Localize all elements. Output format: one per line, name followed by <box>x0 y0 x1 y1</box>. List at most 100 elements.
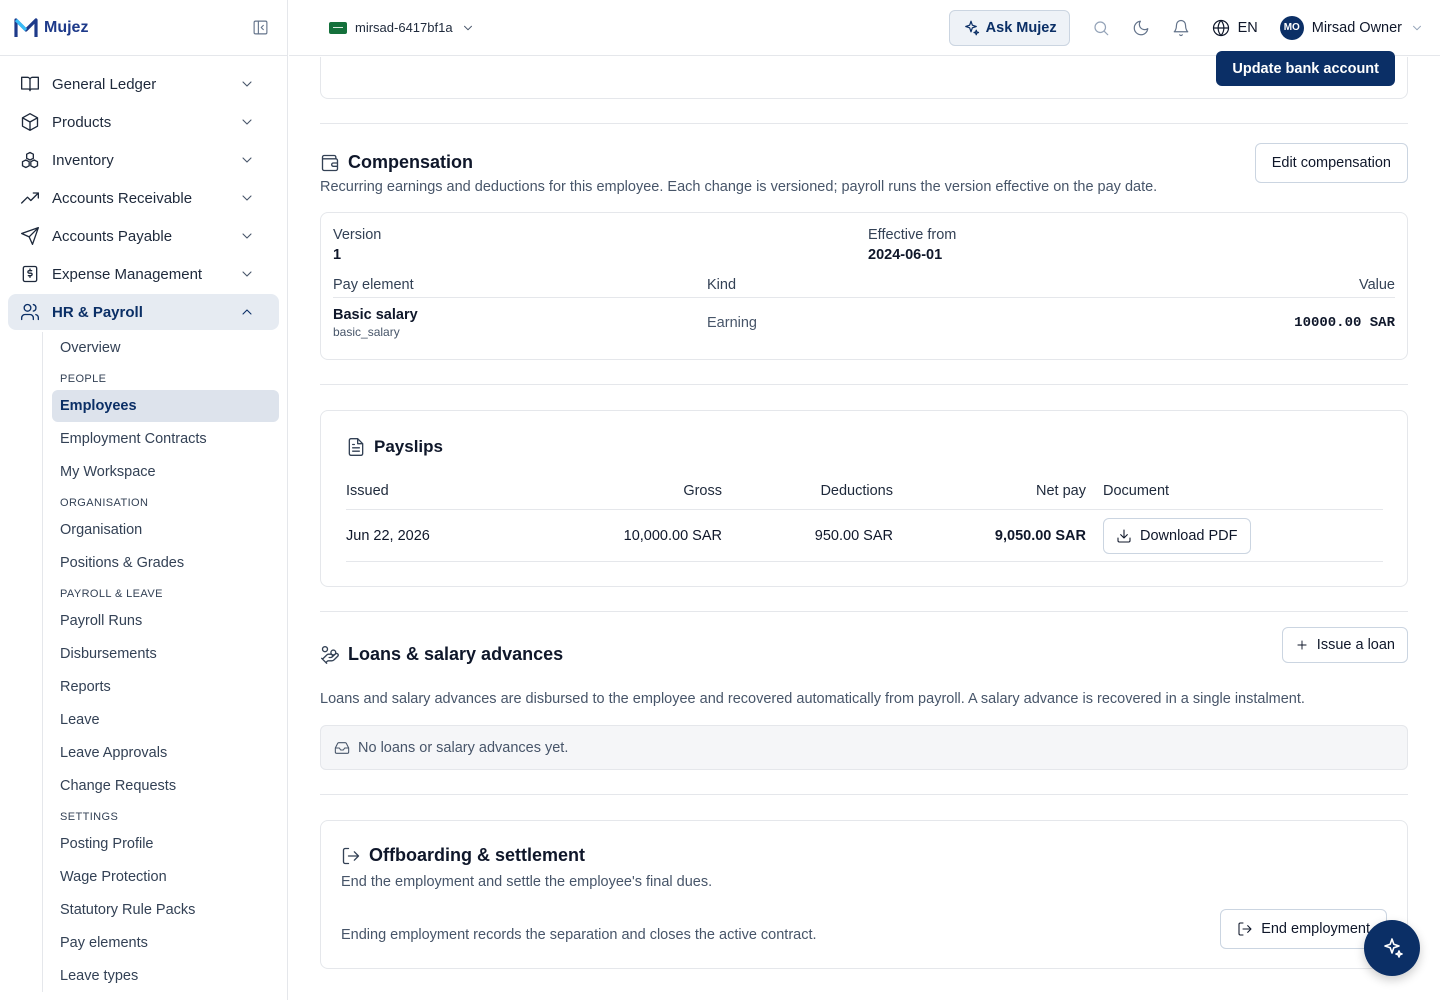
receipt-icon <box>22 265 38 283</box>
edit-compensation-button[interactable]: Edit compensation <box>1254 143 1408 183</box>
wallet-icon <box>321 154 339 171</box>
sidebar-item-label: Expense Management <box>52 265 203 283</box>
chevron-up-icon <box>242 309 252 315</box>
offboarding-section: Offboarding & settlement End the employm… <box>320 820 1408 969</box>
payslip-gross: 10,000.00 SAR <box>623 527 722 544</box>
sidebar-item-label: Inventory <box>52 151 114 169</box>
sub-item-pay-elements[interactable]: Pay elements <box>52 927 279 959</box>
sub-item-leave-types[interactable]: Leave types <box>52 960 279 992</box>
pay-element-code: basic_salary <box>333 325 400 339</box>
main-content: Update bank account Compensation Recurri… <box>320 51 1408 969</box>
download-icon <box>1117 528 1131 543</box>
globe-icon <box>1212 19 1229 36</box>
flag-icon <box>329 21 347 34</box>
sidebar-item-general-ledger[interactable]: General Ledger <box>8 66 279 102</box>
trend-icon <box>21 192 39 204</box>
bell-icon[interactable] <box>1172 19 1190 37</box>
assistant-fab[interactable] <box>1364 920 1420 976</box>
group-label-organisation: ORGANISATION <box>60 497 149 509</box>
language-label: EN <box>1237 19 1258 36</box>
language-switcher[interactable]: EN <box>1212 19 1258 37</box>
compensation-title: Compensation <box>320 152 1408 173</box>
sparkles-icon <box>964 20 979 35</box>
boxes-icon <box>21 151 39 169</box>
sub-item-reports[interactable]: Reports <box>52 671 279 703</box>
log-out-icon <box>1238 922 1252 936</box>
col-issued: Issued <box>346 483 389 499</box>
sub-item-statutory-rule-packs[interactable]: Statutory Rule Packs <box>52 894 279 926</box>
moon-icon[interactable] <box>1132 19 1150 37</box>
sub-item-leave-approvals[interactable]: Leave Approvals <box>52 737 279 769</box>
col-net-pay: Net pay <box>1036 483 1086 499</box>
issue-loan-button[interactable]: Issue a loan <box>1281 627 1408 663</box>
sidebar-item-inventory[interactable]: Inventory <box>8 142 279 178</box>
sidebar-item-label: General Ledger <box>52 75 157 93</box>
sub-item-change-requests[interactable]: Change Requests <box>52 770 279 802</box>
sidebar-item-label: Products <box>52 113 112 131</box>
hr-submenu: Overview PEOPLE Employees Employment Con… <box>42 332 279 992</box>
sub-item-wage-protection[interactable]: Wage Protection <box>52 861 279 893</box>
user-menu[interactable]: MO Mirsad Owner <box>1279 15 1424 40</box>
pay-element-value: 10000.00 SAR <box>1294 315 1395 331</box>
loans-section: Loans & salary advances Issue a loan Loa… <box>320 627 1408 770</box>
sidebar-collapse-icon[interactable] <box>252 19 269 36</box>
loans-title-text: Loans & salary advances <box>348 644 564 664</box>
loans-title: Loans & salary advances <box>320 644 1408 665</box>
download-pdf-button[interactable]: Download PDF <box>1103 517 1251 554</box>
pay-element-kind: Earning <box>707 315 757 331</box>
user-name: Mirsad Owner <box>1311 19 1402 36</box>
inbox-icon <box>334 741 350 754</box>
pay-elements-table: Pay element Kind Value Basic salary basi… <box>333 277 1395 339</box>
sub-item-employees[interactable]: Employees <box>52 390 279 422</box>
tenant-switcher[interactable]: mirsad-6417bf1a <box>329 20 475 35</box>
logo[interactable]: Mujez <box>14 17 88 39</box>
topbar: mirsad-6417bf1a Ask Mujez EN MO Mirsad O… <box>289 0 1440 56</box>
search-icon[interactable] <box>1092 19 1110 37</box>
sub-item-overview[interactable]: Overview <box>52 332 279 364</box>
app-name: Mujez <box>44 18 89 36</box>
compensation-title-text: Compensation <box>348 152 474 172</box>
sub-item-disbursements[interactable]: Disbursements <box>52 638 279 670</box>
sub-item-payroll-runs[interactable]: Payroll Runs <box>52 605 279 637</box>
sub-item-positions-grades[interactable]: Positions & Grades <box>52 547 279 579</box>
payslips-table: Issued Gross Deductions Net pay Document… <box>346 483 1383 562</box>
sidebar-item-products[interactable]: Products <box>8 104 279 140</box>
col-value: Value <box>1358 277 1395 293</box>
payslips-title: Payslips <box>346 437 1383 457</box>
sub-item-employment-contracts[interactable]: Employment Contracts <box>52 423 279 455</box>
sub-item-organisation[interactable]: Organisation <box>52 514 279 546</box>
section-divider <box>320 384 1408 385</box>
sidebar-nav: General Ledger Products Inventory Accoun… <box>0 56 287 1000</box>
ask-mujez-button[interactable]: Ask Mujez <box>948 9 1070 46</box>
users-icon <box>21 303 40 321</box>
chevron-down-icon <box>1413 25 1421 30</box>
sub-item-posting-profile[interactable]: Posting Profile <box>52 828 279 860</box>
section-divider <box>320 123 1408 124</box>
sidebar-item-expense-management[interactable]: Expense Management <box>8 256 279 292</box>
col-deductions: Deductions <box>820 483 893 499</box>
effective-from-value: 2024-06-01 <box>868 247 943 263</box>
sub-item-leave[interactable]: Leave <box>52 704 279 736</box>
sidebar-item-accounts-payable[interactable]: Accounts Payable <box>8 218 279 254</box>
loans-empty-text: No loans or salary advances yet. <box>358 739 569 756</box>
topbar-actions: Ask Mujez EN MO Mirsad Owner <box>948 9 1424 46</box>
effective-from-label: Effective from <box>868 227 957 243</box>
sub-item-my-workspace[interactable]: My Workspace <box>52 456 279 488</box>
sidebar-item-label: Accounts Payable <box>52 227 173 245</box>
sidebar-item-hr-payroll[interactable]: HR & Payroll <box>8 294 279 330</box>
col-kind: Kind <box>707 277 737 293</box>
sidebar-item-accounts-receivable[interactable]: Accounts Receivable <box>8 180 279 216</box>
end-employment-label: End employment <box>1261 921 1370 937</box>
version-meta: Version 1 Effective from 2024-06-01 <box>333 227 1395 263</box>
update-bank-account-button[interactable]: Update bank account <box>1216 51 1395 86</box>
table-row: Jun 22, 2026 10,000.00 SAR 950.00 SAR 9,… <box>346 510 1383 562</box>
end-employment-button[interactable]: End employment <box>1220 909 1387 949</box>
offboarding-title-text: Offboarding & settlement <box>369 845 586 865</box>
payslip-net-pay: 9,050.00 SAR <box>994 527 1086 544</box>
ask-mujez-label: Ask Mujez <box>985 19 1057 36</box>
section-divider <box>320 794 1408 795</box>
chevron-down-icon <box>242 81 252 87</box>
tenant-name: mirsad-6417bf1a <box>355 20 453 35</box>
sidebar-item-label: HR & Payroll <box>52 303 143 321</box>
compensation-version-card: Version 1 Effective from 2024-06-01 Pay … <box>320 212 1408 360</box>
